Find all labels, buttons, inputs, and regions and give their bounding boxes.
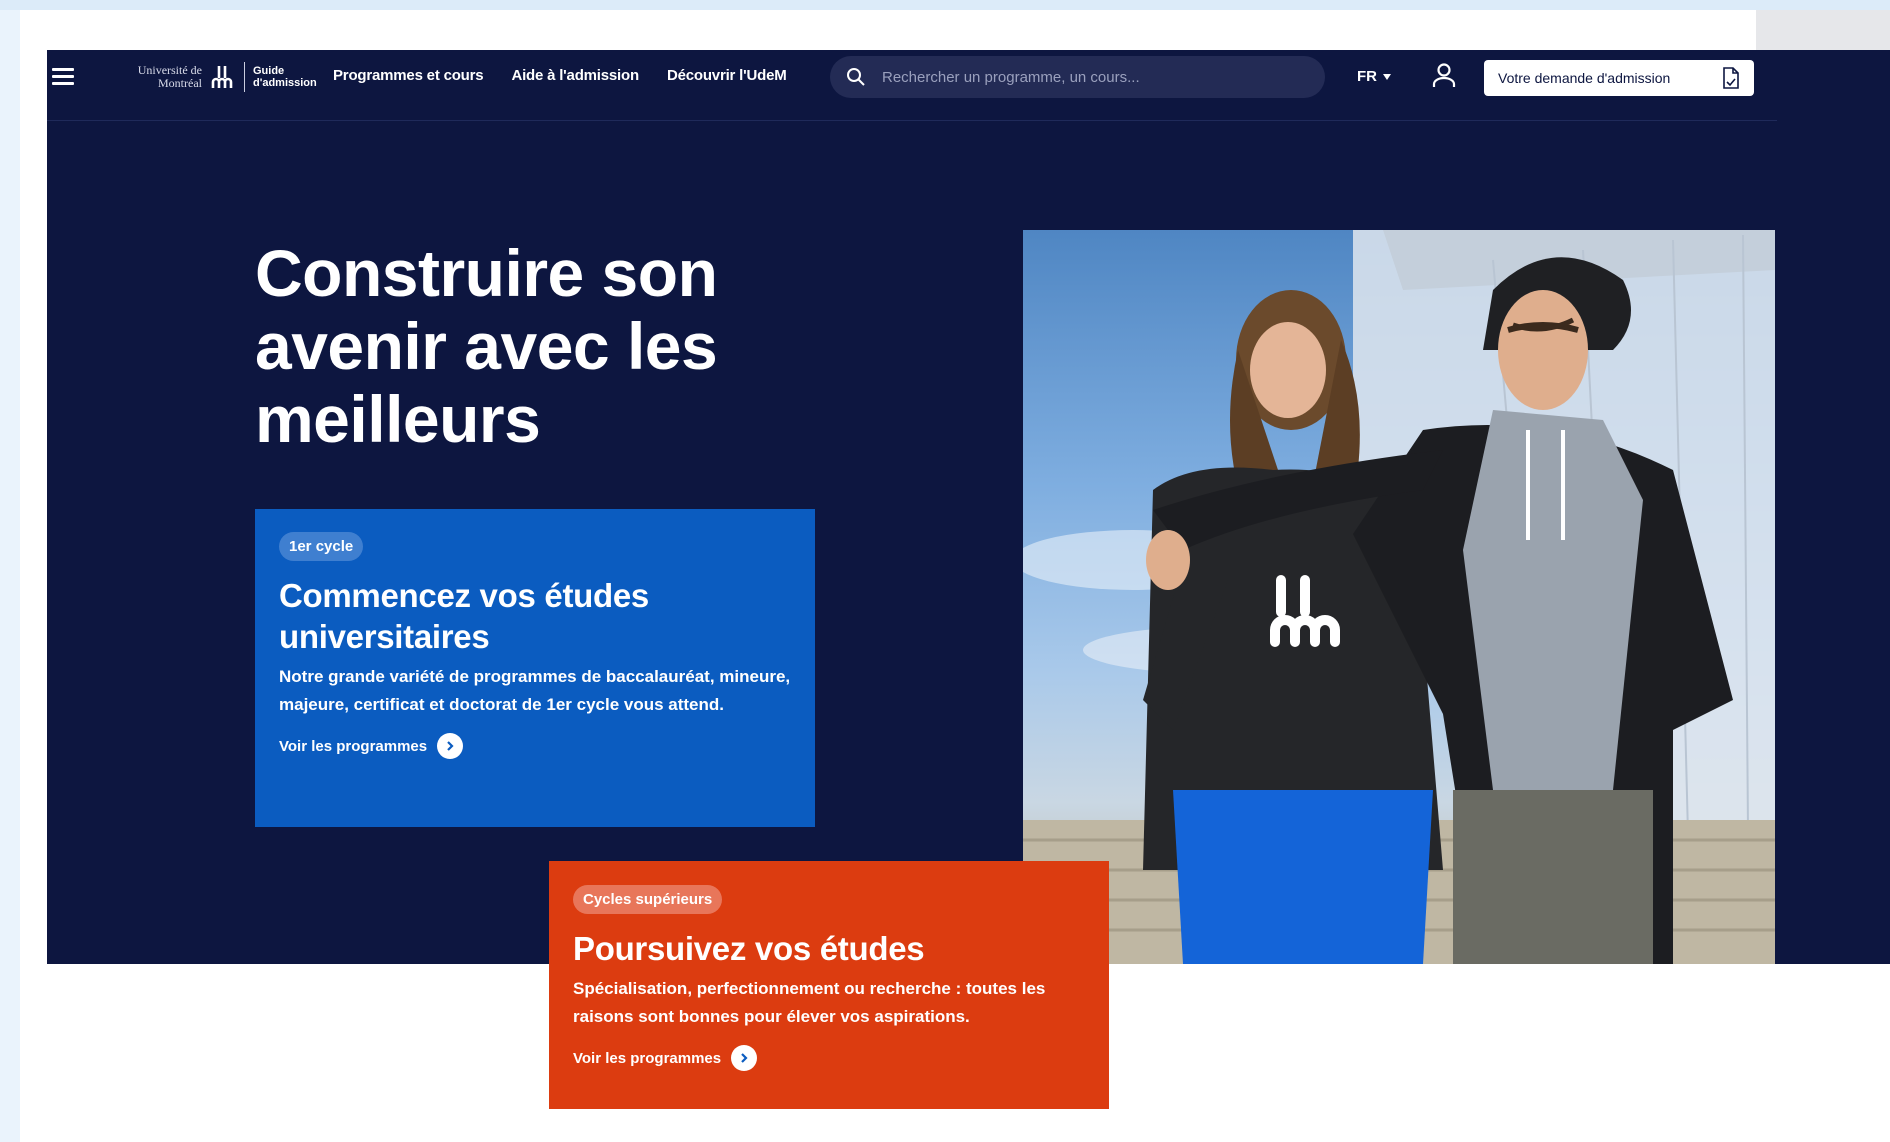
user-icon xyxy=(1432,63,1456,87)
search-input[interactable] xyxy=(880,67,1284,87)
card-graduate-link-label: Voir les programmes xyxy=(573,1049,722,1067)
site-logo[interactable]: Université de Montréal Guide d'admission xyxy=(107,56,333,98)
card-graduate-title: Poursuivez vos études xyxy=(573,930,925,967)
card-undergraduate-text: Notre grande variété de programmes de ba… xyxy=(279,667,791,714)
arrow-right-icon xyxy=(437,733,464,759)
admission-application-button[interactable]: Votre demande d'admission xyxy=(1484,60,1754,96)
card-undergraduate: 1er cycle Commencez vos études universit… xyxy=(255,509,815,827)
nav-link-decouvrir[interactable]: Découvrir l'UdeM xyxy=(667,67,787,84)
logo-separator xyxy=(244,62,245,92)
browser-frame-top xyxy=(0,0,1890,10)
menu-icon[interactable] xyxy=(52,68,74,85)
language-label: FR xyxy=(1357,68,1377,85)
search-icon xyxy=(847,68,865,86)
top-navigation: Université de Montréal Guide d'admission… xyxy=(47,50,1777,120)
arrow-right-icon xyxy=(731,1045,758,1071)
nav-link-programmes[interactable]: Programmes et cours xyxy=(333,67,484,84)
user-account-button[interactable] xyxy=(1432,62,1456,93)
scrollbar-area xyxy=(1756,10,1890,50)
admission-application-label: Votre demande d'admission xyxy=(1498,70,1671,86)
card-undergraduate-title: Commencez vos études universitaires xyxy=(279,577,649,655)
language-selector[interactable]: FR xyxy=(1357,68,1391,85)
logo-guide-label: Guide d'admission xyxy=(253,65,317,89)
udem-logo-mark-icon xyxy=(211,66,233,88)
logo-university-name: Université de Montréal xyxy=(137,63,202,90)
search-bar[interactable] xyxy=(830,56,1325,98)
card-undergraduate-chip: 1er cycle xyxy=(279,532,364,561)
card-graduate: Cycles supérieurs Poursuivez vos études … xyxy=(549,861,1109,1109)
card-undergraduate-link-label: Voir les programmes xyxy=(279,737,428,755)
card-graduate-chip: Cycles supérieurs xyxy=(573,885,723,914)
card-undergraduate-link[interactable]: Voir les programmes xyxy=(279,733,791,759)
nav-divider xyxy=(47,120,1777,121)
students-illustration xyxy=(1023,230,1775,964)
document-icon xyxy=(1723,67,1739,89)
card-graduate-link[interactable]: Voir les programmes xyxy=(573,1045,1085,1071)
nav-link-aide[interactable]: Aide à l'admission xyxy=(511,67,639,84)
hero-title: Construire son avenir avec les meilleurs xyxy=(255,236,718,456)
nav-links: Programmes et cours Aide à l'admission D… xyxy=(333,67,787,84)
card-graduate-text: Spécialisation, perfectionnement ou rech… xyxy=(573,979,1046,1026)
caret-down-icon xyxy=(1383,73,1391,80)
hero-photo-students xyxy=(1023,230,1775,964)
